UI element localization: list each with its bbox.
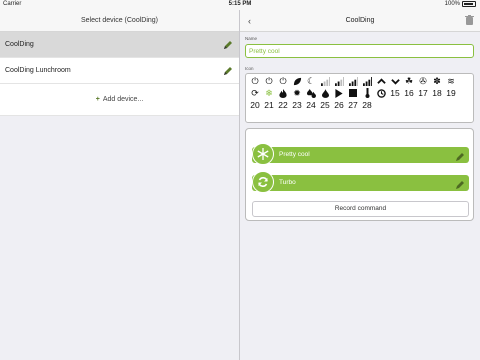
thermometer-icon[interactable] — [360, 87, 374, 99]
snowflake-small-icon[interactable]: ✽ — [430, 75, 444, 87]
snowflake-icon — [252, 143, 274, 165]
edit-pencil-icon[interactable] — [455, 149, 465, 167]
power-icon[interactable]: ⏻ — [276, 75, 290, 87]
number-17-icon[interactable]: 17 — [416, 87, 430, 99]
moon-icon[interactable]: ☾ — [304, 75, 318, 87]
number-24-icon[interactable]: 24 — [304, 99, 318, 111]
number-23-icon[interactable]: 23 — [290, 99, 304, 111]
device-name: CoolDing Lunchroom — [5, 67, 71, 74]
command-label: Pretty cool — [279, 151, 310, 158]
power-icon[interactable]: ⏻ — [248, 75, 262, 87]
leaf-icon[interactable] — [290, 75, 304, 87]
name-input[interactable] — [245, 44, 474, 58]
drops-icon[interactable] — [304, 87, 318, 99]
device-detail-panel: ‹ CoolDing Name Icon ⏻ ⏻ ⏻ ☾ — [240, 10, 480, 360]
command-pretty-cool[interactable]: Pretty cool — [252, 143, 469, 165]
edit-pencil-icon[interactable] — [455, 177, 465, 195]
device-list-panel: Select device (CoolDing) CoolDing CoolDi… — [0, 10, 240, 360]
icon-label: Icon — [245, 66, 254, 71]
status-bar: Carrier 5:15 PM 100% — [0, 0, 480, 10]
detail-header: ‹ CoolDing — [240, 10, 480, 32]
number-27-icon[interactable]: 27 — [346, 99, 360, 111]
snowflake-icon[interactable]: ❄ — [262, 87, 276, 99]
device-row-coolding-lunchroom[interactable]: CoolDing Lunchroom — [0, 58, 239, 84]
number-15-icon[interactable]: 15 — [388, 87, 402, 99]
add-device-button[interactable]: + Add device... — [0, 84, 239, 116]
number-20-icon[interactable]: 20 — [248, 99, 262, 111]
number-21-icon[interactable]: 21 — [262, 99, 276, 111]
icon-picker: ⏻ ⏻ ⏻ ☾ ☘ ✇ ✽ ≋ ⟳ ❄ ✹ 15 16 17 18 19 20 … — [245, 73, 474, 123]
chevron-up-icon[interactable] — [374, 75, 388, 87]
device-name: CoolDing — [5, 41, 34, 48]
number-22-icon[interactable]: 22 — [276, 99, 290, 111]
command-turbo[interactable]: Turbo — [252, 171, 469, 193]
command-label: Turbo — [279, 179, 296, 186]
sun-icon[interactable]: ✹ — [290, 87, 304, 99]
battery-indicator: 100% — [445, 1, 476, 7]
number-26-icon[interactable]: 26 — [332, 99, 346, 111]
trash-icon[interactable] — [465, 15, 474, 27]
device-row-coolding[interactable]: CoolDing — [0, 32, 239, 58]
flame-icon[interactable] — [276, 87, 290, 99]
battery-percent: 100% — [444, 1, 460, 7]
battery-icon — [462, 1, 476, 7]
edit-pencil-icon[interactable] — [222, 39, 234, 51]
sync-icon — [252, 171, 274, 193]
clover-icon[interactable]: ☘ — [402, 75, 416, 87]
number-16-icon[interactable]: 16 — [402, 87, 416, 99]
plus-icon: + — [95, 96, 100, 103]
edit-pencil-icon[interactable] — [222, 65, 234, 77]
signal-4-icon[interactable] — [360, 75, 374, 87]
stop-icon[interactable] — [346, 87, 360, 99]
waves-icon[interactable]: ≋ — [444, 75, 458, 87]
name-label: Name — [245, 36, 258, 41]
clock-label: 5:15 PM — [228, 1, 252, 7]
sync-icon[interactable]: ⟳ — [248, 87, 262, 99]
number-28-icon[interactable]: 28 — [360, 99, 374, 111]
signal-1-icon[interactable] — [318, 75, 332, 87]
clock-icon[interactable] — [374, 87, 388, 99]
signal-3-icon[interactable] — [346, 75, 360, 87]
drop-icon[interactable] — [318, 87, 332, 99]
device-list-header: Select device (CoolDing) — [0, 10, 239, 32]
record-command-button[interactable]: Record command — [252, 201, 469, 217]
fan-icon[interactable]: ✇ — [416, 75, 430, 87]
detail-title: CoolDing — [345, 17, 375, 24]
number-19-icon[interactable]: 19 — [444, 87, 458, 99]
commands-box: Pretty cool Turbo Record command — [245, 128, 474, 221]
play-icon[interactable] — [332, 87, 346, 99]
chevron-down-icon[interactable] — [388, 75, 402, 87]
number-18-icon[interactable]: 18 — [430, 87, 444, 99]
signal-2-icon[interactable] — [332, 75, 346, 87]
power-icon[interactable]: ⏻ — [262, 75, 276, 87]
add-device-label: Add device... — [102, 96, 144, 103]
number-25-icon[interactable]: 25 — [318, 99, 332, 111]
